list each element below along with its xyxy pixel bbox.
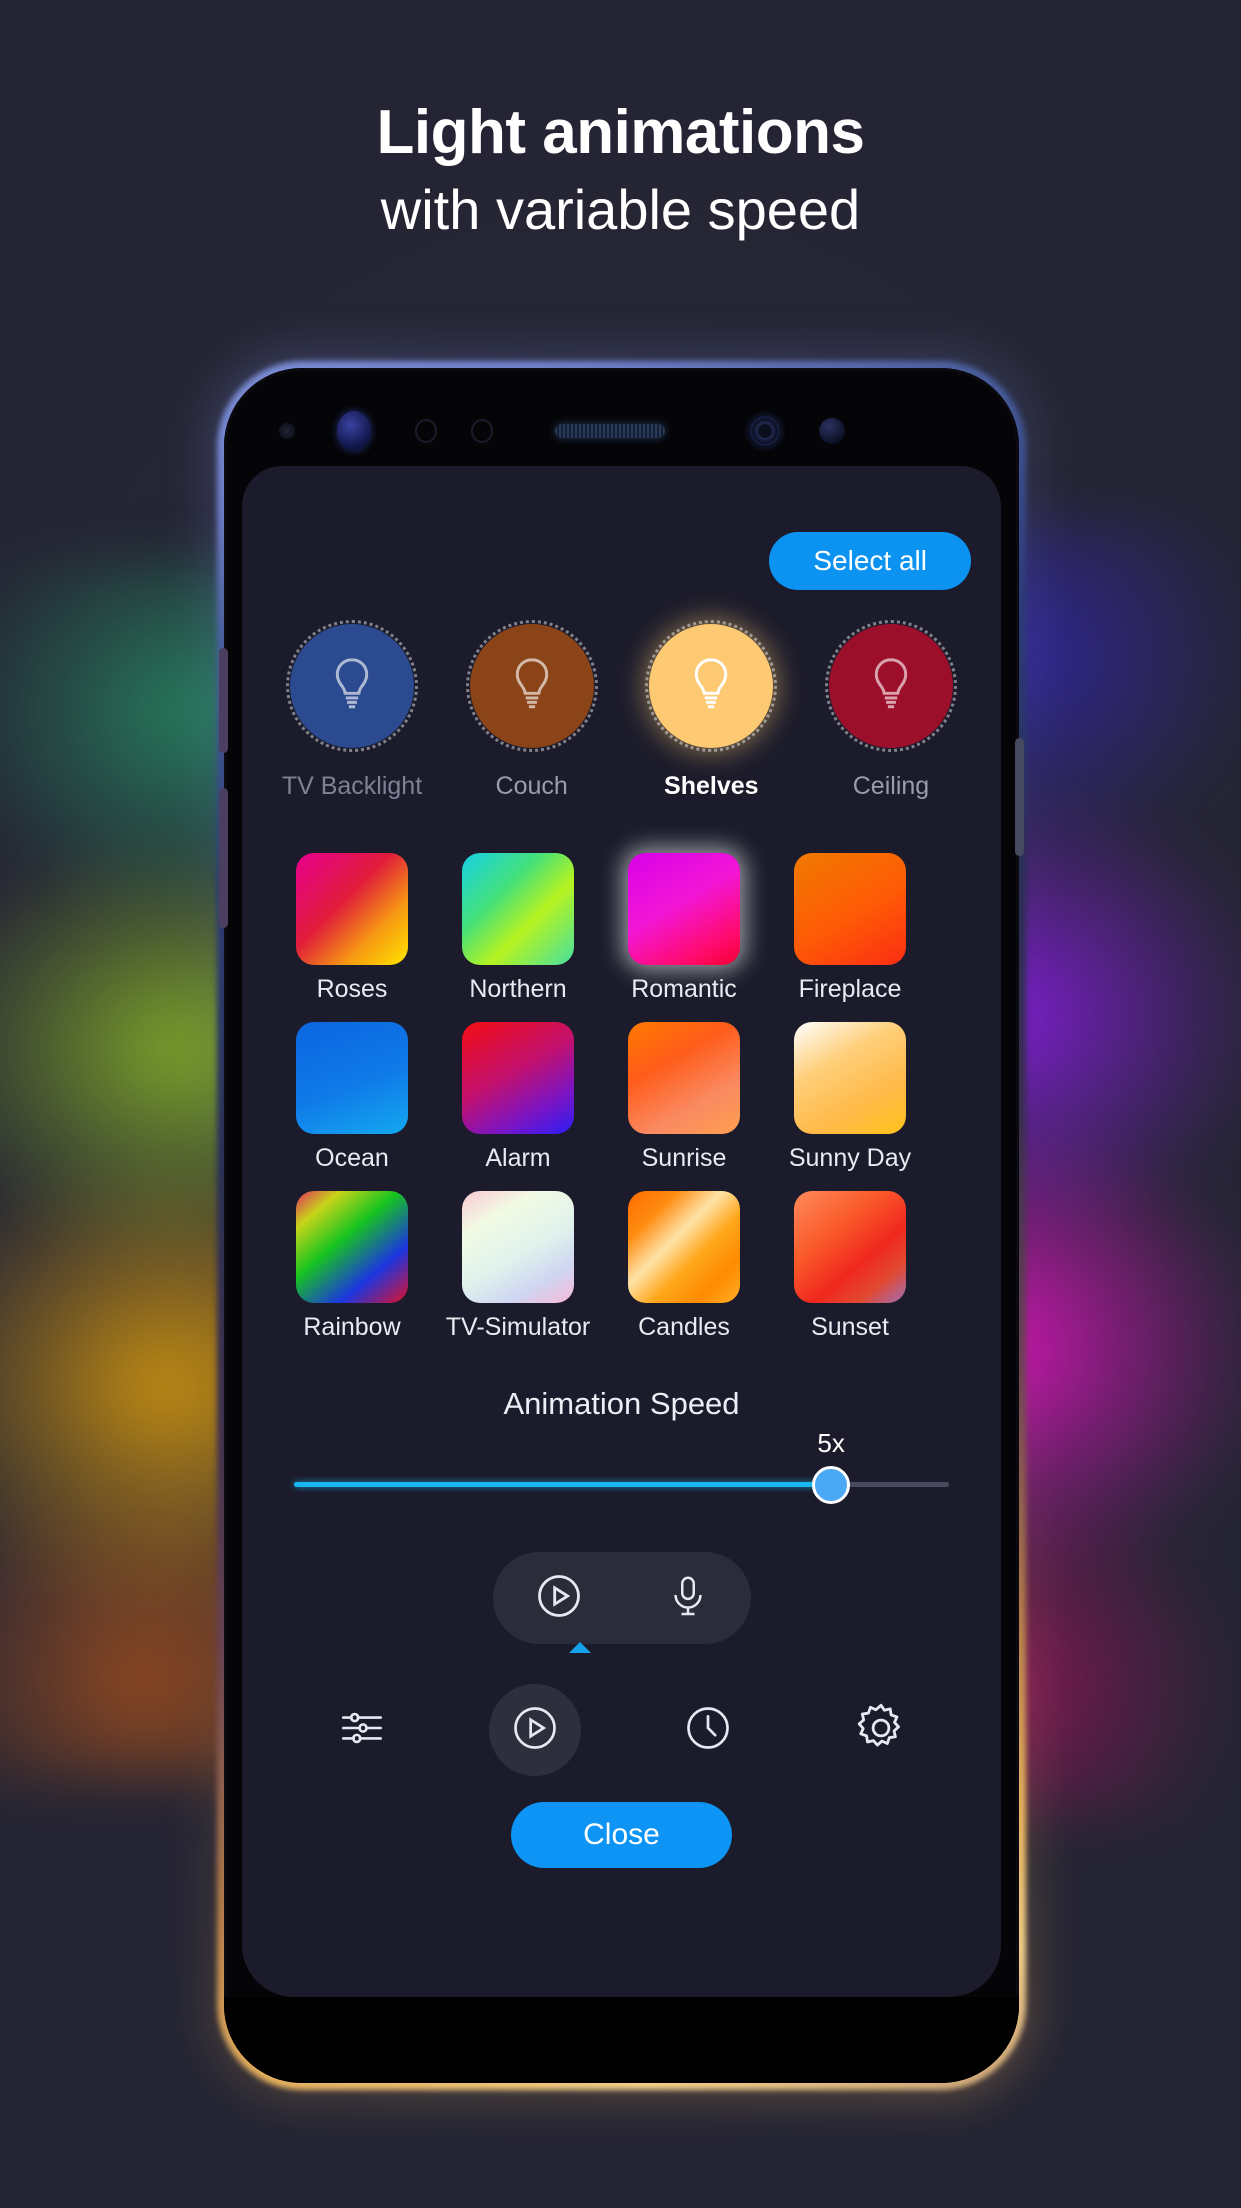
app-toolbar: Select all [268, 466, 975, 590]
scene-item-sunrise[interactable]: Sunrise [612, 1022, 756, 1173]
mode-toggle-row [268, 1552, 975, 1653]
power-button[interactable] [1015, 738, 1024, 856]
light-item-label: TV Backlight [281, 772, 423, 800]
phone-mockup: Select all TV Backlight Couch Shelves Ce… [219, 368, 1024, 2083]
scene-swatch[interactable] [462, 853, 574, 965]
scene-swatch[interactable] [628, 853, 740, 965]
light-item-shelves[interactable]: Shelves [631, 620, 791, 801]
slider-thumb[interactable] [812, 1466, 851, 1504]
nav-item-effects[interactable] [316, 1684, 408, 1776]
volume-up-button[interactable] [219, 648, 228, 753]
scene-item-alarm[interactable]: Alarm [446, 1022, 590, 1173]
headline-line-2: with variable speed [380, 177, 861, 241]
scene-item-rainbow[interactable]: Rainbow [280, 1191, 424, 1342]
light-item-ceiling[interactable]: Ceiling [811, 620, 971, 801]
light-item-label: Couch [495, 772, 568, 800]
scene-label: Alarm [485, 1144, 551, 1172]
scene-item-roses[interactable]: Roses [280, 853, 424, 1004]
phone-screen: Select all TV Backlight Couch Shelves Ce… [242, 466, 1001, 1997]
scene-label: Northern [469, 975, 567, 1003]
scene-item-romantic[interactable]: Romantic [612, 853, 756, 1004]
bulb-icon [680, 653, 742, 720]
light-item-label: Ceiling [852, 772, 930, 800]
animation-speed-title: Animation Speed [503, 1386, 740, 1421]
scene-swatch[interactable] [296, 853, 408, 965]
scene-label: Sunny Day [788, 1144, 912, 1172]
light-item-tv-backlight[interactable]: TV Backlight [272, 620, 432, 801]
light-bulb-circle[interactable] [824, 620, 957, 752]
bulb-icon [860, 653, 922, 720]
scene-label: Sunrise [641, 1144, 727, 1172]
select-all-button[interactable]: Select all [769, 532, 971, 590]
nav-item-timer[interactable] [662, 1684, 754, 1776]
microphone-icon[interactable] [665, 1570, 711, 1627]
scene-label: TV-Simulator [445, 1313, 591, 1341]
scene-label: Candles [638, 1313, 730, 1341]
scene-swatch[interactable] [462, 1022, 574, 1134]
clock-icon [682, 1702, 734, 1759]
mode-toggle-pill [492, 1552, 751, 1653]
iris-scanner-icon [748, 415, 781, 447]
nav-item-settings[interactable] [835, 1684, 927, 1776]
scene-item-sunny-day[interactable]: Sunny Day [778, 1022, 922, 1173]
gear-icon [854, 1701, 908, 1760]
light-bulb-circle[interactable] [286, 620, 418, 752]
scene-grid: Roses Northern Romantic Fireplace Ocean … [268, 853, 975, 1342]
phone-bottom-bezel [224, 1997, 1019, 2083]
scene-swatch[interactable] [794, 853, 906, 965]
light-bulb-circle[interactable] [645, 620, 778, 752]
scene-swatch[interactable] [628, 1022, 740, 1134]
scene-label: Sunset [811, 1313, 889, 1341]
scene-item-ocean[interactable]: Ocean [280, 1022, 424, 1173]
scene-item-northern[interactable]: Northern [446, 853, 590, 1004]
phone-body: Select all TV Backlight Couch Shelves Ce… [224, 368, 1019, 2083]
scene-swatch[interactable] [628, 1191, 740, 1303]
scene-label: Roses [316, 975, 388, 1003]
scene-label: Rainbow [303, 1313, 401, 1341]
scene-label: Fireplace [798, 975, 902, 1003]
sensor-ring-2-icon [470, 419, 493, 443]
front-camera-icon [336, 411, 371, 451]
promo-headline: Light animations with variable speed [0, 100, 1241, 244]
light-sensor-icon [818, 418, 845, 444]
bulb-icon [501, 653, 563, 720]
active-mode-caret [568, 1642, 591, 1653]
scene-label: Ocean [315, 1144, 389, 1172]
animation-speed-slider[interactable]: 5x [294, 1428, 949, 1508]
phone-sensor-array [224, 406, 1019, 456]
sliders-icon [337, 1703, 387, 1758]
light-bulb-circle[interactable] [465, 620, 598, 752]
light-item-label: Shelves [664, 772, 759, 800]
bottom-nav [316, 1684, 927, 1776]
close-row: Close [268, 1802, 975, 1868]
scene-item-tv-simulator[interactable]: TV-Simulator [446, 1191, 590, 1342]
close-button[interactable]: Close [511, 1802, 732, 1868]
scene-item-candles[interactable]: Candles [612, 1191, 756, 1342]
headline-line-1: Light animations [376, 98, 866, 167]
nav-item-play[interactable] [489, 1684, 581, 1776]
scene-item-fireplace[interactable]: Fireplace [778, 853, 922, 1004]
sensor-ring-1-icon [414, 419, 437, 443]
slider-value-label: 5x [817, 1428, 845, 1458]
earpiece-speaker-icon [554, 424, 665, 438]
slider-fill [294, 1482, 832, 1487]
scene-swatch[interactable] [794, 1022, 906, 1134]
play-circle-icon [509, 1702, 561, 1759]
scene-swatch[interactable] [296, 1022, 408, 1134]
proximity-sensor-icon [278, 423, 295, 439]
scene-swatch[interactable] [462, 1191, 574, 1303]
light-selector-row: TV Backlight Couch Shelves Ceiling [268, 620, 975, 801]
play-circle-icon[interactable] [533, 1570, 585, 1627]
volume-down-button[interactable] [219, 788, 228, 928]
light-item-couch[interactable]: Couch [452, 620, 612, 801]
scene-swatch[interactable] [794, 1191, 906, 1303]
scene-label: Romantic [631, 975, 737, 1003]
screenshot-root: Light animations with variable speed Sel… [0, 0, 1241, 2208]
bulb-icon [321, 653, 383, 720]
scene-swatch[interactable] [296, 1191, 408, 1303]
scene-item-sunset[interactable]: Sunset [778, 1191, 922, 1342]
